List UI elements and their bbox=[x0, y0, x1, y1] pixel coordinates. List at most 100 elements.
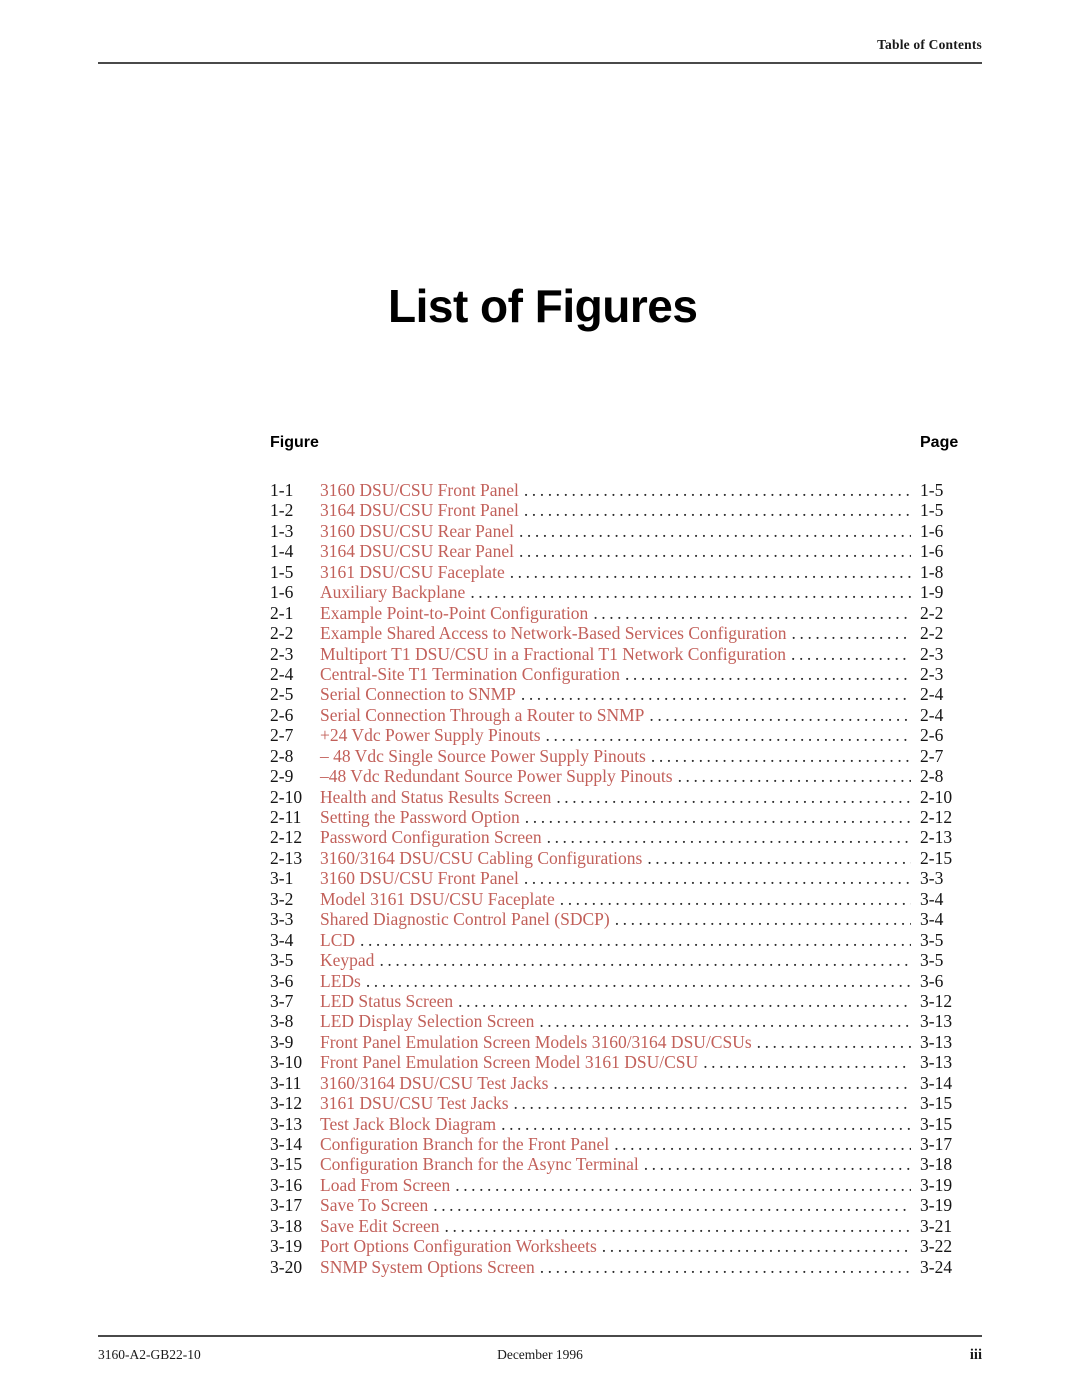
toc-entry[interactable]: 3-10 Front Panel Emulation Screen Model 3… bbox=[270, 1052, 982, 1072]
toc-entry-title[interactable]: 3161 DSU/CSU Faceplate bbox=[320, 562, 510, 582]
toc-entry[interactable]: 3-18 Save Edit Screen 3-21 bbox=[270, 1216, 982, 1236]
toc-entry[interactable]: 3-5 Keypad 3-5 bbox=[270, 950, 982, 970]
toc-entry[interactable]: 2-4 Central-Site T1 Termination Configura… bbox=[270, 664, 982, 684]
toc-entry-title[interactable]: 3164 DSU/CSU Front Panel bbox=[320, 500, 524, 520]
toc-entry-title[interactable]: 3160/3164 DSU/CSU Cabling Configurations bbox=[320, 848, 647, 868]
toc-entry[interactable]: 2-7 +24 Vdc Power Supply Pinouts 2-6 bbox=[270, 725, 982, 745]
toc-entry-figure-number: 3-14 bbox=[270, 1134, 303, 1154]
toc-entry[interactable]: 2-2 Example Shared Access to Network-Base… bbox=[270, 623, 982, 643]
toc-entry[interactable]: 2-6 Serial Connection Through a Router to… bbox=[270, 705, 982, 725]
toc-entry[interactable]: 3-6 LEDs 3-6 bbox=[270, 971, 982, 991]
toc-entry-title[interactable]: – 48 Vdc Single Source Power Supply Pino… bbox=[320, 746, 651, 766]
toc-entry[interactable]: 3-15 Configuration Branch for the Async T… bbox=[270, 1154, 982, 1174]
toc-entry-title[interactable]: Multiport T1 DSU/CSU in a Fractional T1 … bbox=[320, 644, 791, 664]
toc-entry-title[interactable]: Keypad bbox=[320, 950, 379, 970]
toc-entry-title[interactable]: Load From Screen bbox=[320, 1175, 455, 1195]
toc-entry[interactable]: 3-1 3160 DSU/CSU Front Panel 3-3 bbox=[270, 868, 982, 888]
toc-entry[interactable]: 3-9 Front Panel Emulation Screen Models 3… bbox=[270, 1032, 982, 1052]
toc-entry-page-number: 3-21 bbox=[920, 1215, 953, 1236]
toc-entry-title[interactable]: Model 3161 DSU/CSU Faceplate bbox=[320, 889, 560, 909]
toc-entry[interactable]: 3-7 LED Status Screen 3-12 bbox=[270, 991, 982, 1011]
toc-entry[interactable]: 2-3 Multiport T1 DSU/CSU in a Fractional … bbox=[270, 644, 982, 664]
toc-entry[interactable]: 3-3 Shared Diagnostic Control Panel (SDCP… bbox=[270, 909, 982, 929]
toc-entry-title[interactable]: Health and Status Results Screen bbox=[320, 787, 556, 807]
toc-entry-title[interactable]: 3160 DSU/CSU Front Panel bbox=[320, 868, 524, 888]
toc-entry[interactable]: 1-2 3164 DSU/CSU Front Panel 1-5 bbox=[270, 500, 982, 520]
column-headings: Figure Page bbox=[270, 434, 982, 454]
toc-entry[interactable]: 1-6 Auxiliary Backplane 1-9 bbox=[270, 582, 982, 602]
toc-entry-dot-leader bbox=[524, 480, 911, 500]
toc-entry[interactable]: 2-8 – 48 Vdc Single Source Power Supply P… bbox=[270, 746, 982, 766]
toc-entry-figure-number: 2-9 bbox=[270, 766, 294, 787]
toc-entry-dot-leader bbox=[602, 1236, 911, 1256]
toc-entry-title[interactable]: 3160 DSU/CSU Front Panel bbox=[320, 480, 524, 500]
toc-entry[interactable]: 3-20 SNMP System Options Screen 3-24 bbox=[270, 1257, 982, 1277]
toc-entry-page-number: 3-24 bbox=[920, 1256, 953, 1277]
toc-entry-title[interactable]: LED Display Selection Screen bbox=[320, 1011, 539, 1031]
header-rule bbox=[98, 62, 982, 64]
toc-entry[interactable]: 3-8 LED Display Selection Screen 3-13 bbox=[270, 1011, 982, 1031]
toc-entry-title[interactable]: 3160 DSU/CSU Rear Panel bbox=[320, 521, 519, 541]
toc-entry-title[interactable]: Serial Connection to SNMP bbox=[320, 684, 521, 704]
toc-entry-page-number: 3-13 bbox=[920, 1031, 953, 1052]
toc-entry-figure-number: 3-6 bbox=[270, 970, 294, 991]
toc-entry-title[interactable]: Setting the Password Option bbox=[320, 807, 525, 827]
toc-entry-dot-leader bbox=[510, 562, 911, 582]
toc-entry-figure-number: 3-12 bbox=[270, 1093, 303, 1114]
toc-entry-title[interactable]: Auxiliary Backplane bbox=[320, 582, 470, 602]
toc-entry[interactable]: 1-1 3160 DSU/CSU Front Panel 1-5 bbox=[270, 480, 982, 500]
toc-entry-title[interactable]: Front Panel Emulation Screen Model 3161 … bbox=[320, 1052, 703, 1072]
toc-entry-title[interactable]: Configuration Branch for the Front Panel bbox=[320, 1134, 614, 1154]
toc-entry-title[interactable]: LCD bbox=[320, 930, 360, 950]
toc-entry[interactable]: 3-16 Load From Screen 3-19 bbox=[270, 1175, 982, 1195]
toc-entry-title[interactable]: LEDs bbox=[320, 971, 366, 991]
toc-entry[interactable]: 3-19 Port Options Configuration Worksheet… bbox=[270, 1236, 982, 1256]
toc-entry[interactable]: 1-4 3164 DSU/CSU Rear Panel 1-6 bbox=[270, 541, 982, 561]
toc-entry-title[interactable]: Example Shared Access to Network-Based S… bbox=[320, 623, 792, 643]
toc-entry-title[interactable]: Test Jack Block Diagram bbox=[320, 1114, 501, 1134]
toc-entry[interactable]: 2-1 Example Point-to-Point Configuration 2… bbox=[270, 603, 982, 623]
list-of-figures: 1-1 3160 DSU/CSU Front Panel 1-5 1-2 3164 DS… bbox=[270, 480, 982, 1277]
toc-entry-title[interactable]: Front Panel Emulation Screen Models 3160… bbox=[320, 1032, 757, 1052]
toc-entry[interactable]: 3-12 3161 DSU/CSU Test Jacks 3-15 bbox=[270, 1093, 982, 1113]
toc-entry-title[interactable]: 3160/3164 DSU/CSU Test Jacks bbox=[320, 1073, 553, 1093]
toc-entry-figure-number: 1-6 bbox=[270, 582, 294, 603]
toc-entry[interactable]: 2-5 Serial Connection to SNMP 2-4 bbox=[270, 684, 982, 704]
toc-entry[interactable]: 2-9 –48 Vdc Redundant Source Power Supply… bbox=[270, 766, 982, 786]
toc-entry-title[interactable]: Central-Site T1 Termination Configuratio… bbox=[320, 664, 625, 684]
toc-entry[interactable]: 3-13 Test Jack Block Diagram 3-15 bbox=[270, 1114, 982, 1134]
toc-entry-title[interactable]: Serial Connection Through a Router to SN… bbox=[320, 705, 649, 725]
toc-entry[interactable]: 2-10 Health and Status Results Screen 2-10 bbox=[270, 787, 982, 807]
toc-entry-title[interactable]: LED Status Screen bbox=[320, 991, 458, 1011]
toc-entry[interactable]: 3-4 LCD 3-5 bbox=[270, 930, 982, 950]
toc-entry-title[interactable]: Save Edit Screen bbox=[320, 1216, 445, 1236]
toc-entry-title[interactable]: Shared Diagnostic Control Panel (SDCP) bbox=[320, 909, 615, 929]
toc-entry[interactable]: 1-3 3160 DSU/CSU Rear Panel 1-6 bbox=[270, 521, 982, 541]
toc-entry-page-number: 3-15 bbox=[920, 1093, 953, 1114]
toc-entry-title[interactable]: Example Point-to-Point Configuration bbox=[320, 603, 593, 623]
toc-entry-title[interactable]: Password Configuration Screen bbox=[320, 827, 547, 847]
toc-entry-page-number: 1-6 bbox=[920, 520, 944, 541]
toc-entry-title[interactable]: Configuration Branch for the Async Termi… bbox=[320, 1154, 644, 1174]
toc-entry-page-number: 2-8 bbox=[920, 766, 944, 787]
toc-entry-title[interactable]: 3164 DSU/CSU Rear Panel bbox=[320, 541, 519, 561]
toc-entry-title[interactable]: SNMP System Options Screen bbox=[320, 1257, 540, 1277]
toc-entry[interactable]: 2-12 Password Configuration Screen 2-13 bbox=[270, 827, 982, 847]
toc-entry[interactable]: 2-11 Setting the Password Option 2-12 bbox=[270, 807, 982, 827]
toc-entry[interactable]: 3-2 Model 3161 DSU/CSU Faceplate 3-4 bbox=[270, 889, 982, 909]
toc-entry-page-number: 2-10 bbox=[920, 786, 953, 807]
toc-entry-title[interactable]: –48 Vdc Redundant Source Power Supply Pi… bbox=[320, 766, 678, 786]
toc-entry-title[interactable]: 3161 DSU/CSU Test Jacks bbox=[320, 1093, 514, 1113]
toc-entry[interactable]: 3-11 3160/3164 DSU/CSU Test Jacks 3-14 bbox=[270, 1073, 982, 1093]
toc-entry-title[interactable]: Port Options Configuration Worksheets bbox=[320, 1236, 602, 1256]
toc-entry[interactable]: 3-17 Save To Screen 3-19 bbox=[270, 1195, 982, 1215]
toc-entry-page-number: 2-13 bbox=[920, 827, 953, 848]
toc-entry[interactable]: 2-13 3160/3164 DSU/CSU Cabling Configurat… bbox=[270, 848, 982, 868]
toc-entry-title[interactable]: +24 Vdc Power Supply Pinouts bbox=[320, 725, 546, 745]
toc-entry-page-number: 1-5 bbox=[920, 500, 944, 521]
toc-entry-title[interactable]: Save To Screen bbox=[320, 1195, 433, 1215]
toc-entry[interactable]: 3-14 Configuration Branch for the Front P… bbox=[270, 1134, 982, 1154]
toc-entry-figure-number: 1-2 bbox=[270, 500, 294, 521]
toc-entry[interactable]: 1-5 3161 DSU/CSU Faceplate 1-8 bbox=[270, 562, 982, 582]
toc-entry-dot-leader bbox=[644, 1154, 911, 1174]
